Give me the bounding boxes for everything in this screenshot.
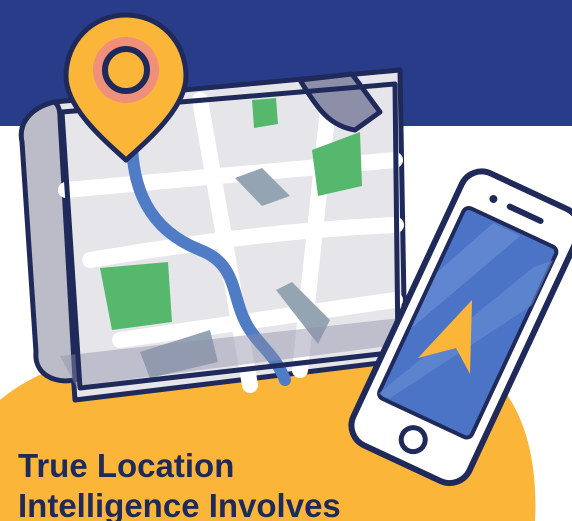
headline: True Location Intelligence Involves xyxy=(18,446,341,521)
map-phone-illustration xyxy=(0,12,572,521)
headline-line-1: True Location xyxy=(18,447,235,484)
promo-canvas: True Location Intelligence Involves xyxy=(0,0,572,521)
folded-map xyxy=(18,67,408,403)
map-park xyxy=(100,262,172,330)
headline-line-2: Intelligence Involves xyxy=(18,487,341,521)
map-park xyxy=(252,98,278,128)
